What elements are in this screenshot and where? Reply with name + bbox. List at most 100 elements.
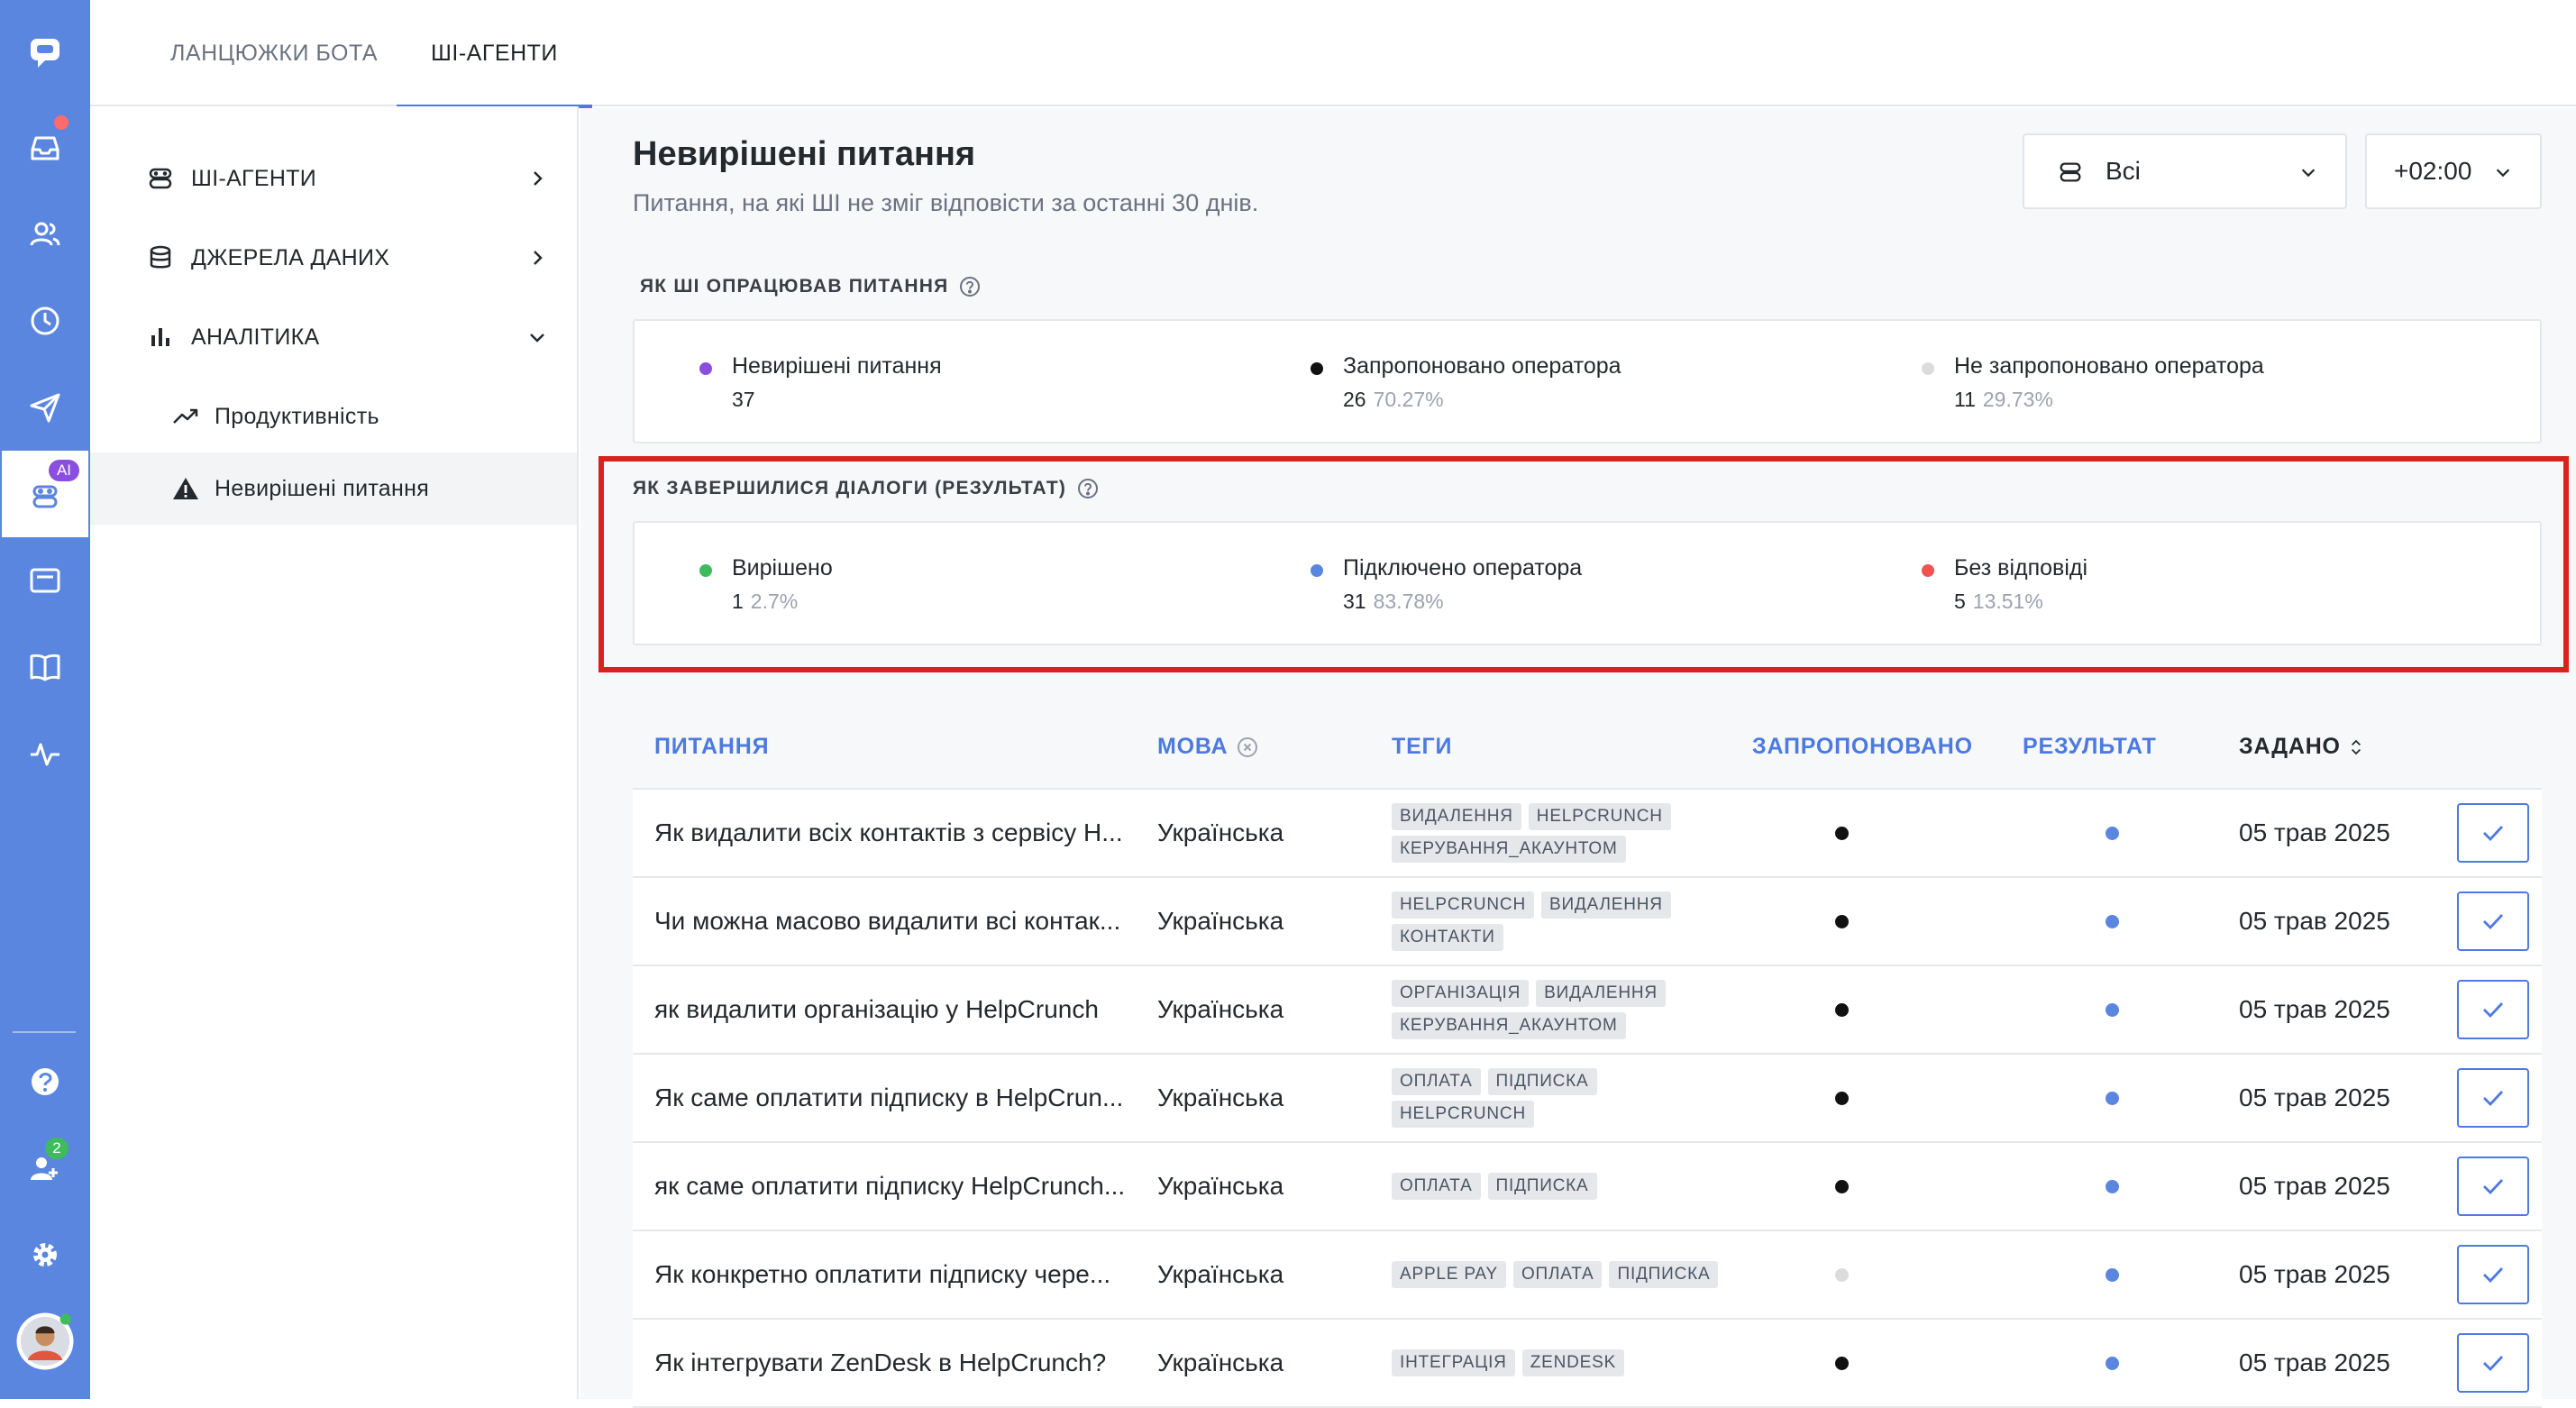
table-row[interactable]: Як конкретно оплатити підписку чере... Ук… [633, 1231, 2542, 1320]
question-cell[interactable]: Чи можна масово видалити всі контак... [654, 878, 1120, 965]
mark-resolved-button[interactable] [2457, 1245, 2529, 1304]
tag-chip: ПІДПИСКА [1487, 1068, 1597, 1095]
bot-icon [2060, 162, 2081, 182]
offered-dot [1835, 1357, 1849, 1370]
sidebar-item-performance[interactable]: Продуктивність [90, 380, 577, 453]
table-row[interactable]: Як саме оплатити підписку в HelpCrun... У… [633, 1055, 2542, 1143]
user-avatar[interactable] [0, 1298, 90, 1385]
main-content: Невирішені питання Питання, на які ШІ не… [580, 108, 2576, 1408]
page-title: Невирішені питання [633, 135, 976, 173]
stat-value-line: 37 [732, 388, 755, 412]
sidebar-item-unresolved[interactable]: Невирішені питання [90, 453, 577, 525]
question-cell[interactable]: Як саме оплатити підписку в HelpCrun... [654, 1055, 1123, 1141]
agent-filter-value: Всі [2106, 157, 2141, 185]
question-cell[interactable]: Як видалити всіх контактів з сервісу H..… [654, 790, 1123, 876]
ai-agent-icon[interactable]: AI [2, 451, 88, 537]
table-row[interactable]: як саме оплатити підписку HelpCrunch... У… [633, 1143, 2542, 1231]
stat-value: 26 [1343, 388, 1366, 411]
language-cell: Українська [1157, 1172, 1284, 1200]
table-body: Як видалити всіх контактів з сервісу H..… [633, 790, 2542, 1408]
settings-icon[interactable] [0, 1211, 90, 1298]
sidebar-item-ai-agents[interactable]: ШІ-АГЕНТИ [90, 142, 577, 215]
sidebar-item-data-sources[interactable]: ДЖЕРЕЛА ДАНИХ [90, 222, 577, 294]
warning-icon [173, 478, 198, 499]
table-row[interactable]: Як інтегрувати ZenDesk в HelpCrunch? Укра… [633, 1320, 2542, 1408]
column-header-language[interactable]: МОВА [1157, 734, 1258, 760]
offered-dot [1835, 1268, 1849, 1282]
table-row[interactable]: як видалити організацію у HelpCrunch Укра… [633, 966, 2542, 1055]
unresolved-questions-table: ПИТАННЯ МОВА ТЕГИ ЗАПРОПОНОВАНО РЕЗУЛЬТА… [633, 703, 2542, 1408]
inbox-icon[interactable] [0, 105, 90, 191]
book-icon[interactable] [0, 624, 90, 710]
stat-name: Не запропоновано оператора [1954, 353, 2264, 379]
tab-ai-agents[interactable]: ШІ-АГЕНТИ [397, 0, 592, 108]
trend-up-icon [173, 408, 198, 424]
help-icon[interactable] [0, 1038, 90, 1125]
tags-cell: ОПЛАТА ПІДПИСКА [1392, 1143, 1725, 1230]
agent-filter-select[interactable]: Всі [2023, 133, 2347, 209]
clear-filter-icon[interactable] [1237, 736, 1258, 758]
language-cell: Українська [1157, 1349, 1284, 1376]
sort-icon[interactable] [2350, 737, 2362, 757]
table-row[interactable]: Чи можна масово видалити всі контак... Ук… [633, 878, 2542, 966]
check-icon [2483, 1267, 2504, 1284]
sidebar-item-analytics[interactable]: АНАЛІТИКА [90, 301, 577, 373]
asked-date-cell: 05 трав 2025 [2239, 1172, 2390, 1200]
tag-chip: APPLE PAY [1392, 1261, 1506, 1288]
activity-icon[interactable] [0, 710, 90, 797]
column-label: ТЕГИ [1392, 734, 1453, 759]
mark-resolved-button[interactable] [2457, 1068, 2529, 1128]
send-icon[interactable] [0, 364, 90, 451]
column-label: ЗАДАНО [2239, 734, 2341, 759]
bot-icon [149, 168, 172, 189]
processing-section-label: ЯК ШІ ОПРАЦЮВАВ ПИТАННЯ [640, 276, 981, 297]
tags-cell: APPLE PAY ОПЛАТА ПІДПИСКА [1392, 1231, 1725, 1318]
legend-dot [1311, 362, 1323, 375]
mark-resolved-button[interactable] [2457, 891, 2529, 951]
mark-resolved-button[interactable] [2457, 803, 2529, 863]
timezone-select[interactable]: +02:00 [2365, 133, 2542, 209]
stat-value: 11 [1954, 388, 1976, 411]
ai-badge: AI [49, 460, 79, 481]
help-icon[interactable] [959, 276, 981, 297]
column-header-result[interactable]: РЕЗУЛЬТАТ [2023, 734, 2157, 760]
contacts-icon[interactable] [0, 191, 90, 278]
bar-chart-icon [151, 328, 169, 346]
team-icon[interactable]: 2 [0, 1125, 90, 1211]
asked-date-cell: 05 трав 2025 [2239, 1349, 2390, 1376]
mark-resolved-button[interactable] [2457, 980, 2529, 1039]
question-cell[interactable]: Як інтегрувати ZenDesk в HelpCrunch? [654, 1320, 1106, 1406]
column-header-tags[interactable]: ТЕГИ [1392, 734, 1452, 760]
column-header-offered[interactable]: ЗАПРОПОНОВАНО [1752, 734, 1973, 760]
result-dot [2106, 1092, 2119, 1105]
legend-dot [1922, 362, 1934, 375]
card-icon[interactable] [0, 537, 90, 624]
column-header-question[interactable]: ПИТАННЯ [654, 734, 769, 760]
mark-resolved-button[interactable] [2457, 1157, 2529, 1216]
database-icon [150, 245, 171, 269]
column-label: МОВА [1157, 734, 1229, 759]
check-icon [2483, 1356, 2504, 1372]
tab-bot-chains[interactable]: ЛАНЦЮЖКИ БОТА [170, 0, 378, 106]
column-header-asked[interactable]: ЗАДАНО [2239, 734, 2362, 760]
tags-cell: ВИДАЛЕННЯ HELPCRUNCH КЕРУВАННЯ_АКАУНТОМ [1392, 790, 1725, 876]
chat-logo-icon[interactable] [0, 9, 90, 96]
result-dot [2106, 1268, 2119, 1282]
mark-resolved-button[interactable] [2457, 1333, 2529, 1393]
stat-percent: 70.27% [1373, 388, 1444, 411]
tag-chip: ZENDESK [1521, 1349, 1625, 1376]
language-cell: Українська [1157, 818, 1284, 846]
table-row[interactable]: Як видалити всіх контактів з сервісу H..… [633, 790, 2542, 878]
offered-dot [1835, 1003, 1849, 1017]
question-cell[interactable]: Як конкретно оплатити підписку чере... [654, 1231, 1110, 1318]
tags-cell: HELPCRUNCH ВИДАЛЕННЯ КОНТАКТИ [1392, 878, 1725, 965]
timezone-value: +02:00 [2394, 157, 2472, 185]
tag-chip: ОРГАНІЗАЦІЯ [1392, 980, 1530, 1007]
question-cell[interactable]: як саме оплатити підписку HelpCrunch... [654, 1143, 1125, 1230]
asked-date-cell: 05 трав 2025 [2239, 818, 2390, 846]
sidebar-item-label: ШІ-АГЕНТИ [191, 165, 317, 191]
check-icon [2483, 1002, 2504, 1019]
tag-chip: КЕРУВАННЯ_АКАУНТОМ [1392, 1012, 1626, 1039]
history-icon[interactable] [0, 278, 90, 364]
question-cell[interactable]: як видалити організацію у HelpCrunch [654, 966, 1099, 1053]
